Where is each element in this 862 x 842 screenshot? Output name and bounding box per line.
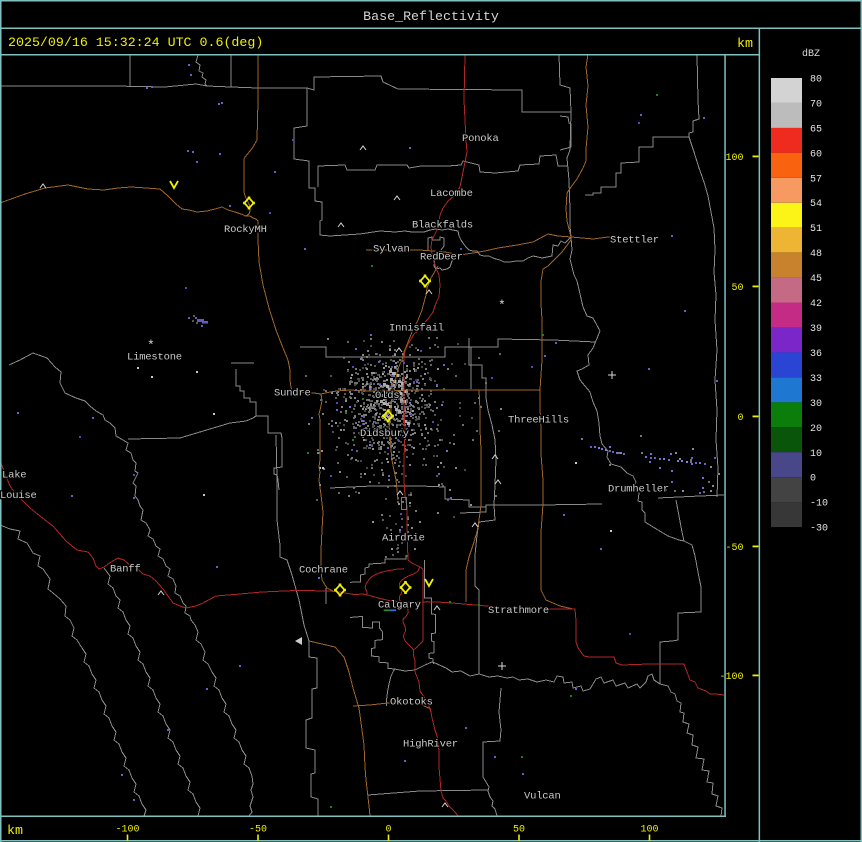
svg-text:-50: -50 xyxy=(725,543,743,554)
svg-text:45: 45 xyxy=(810,274,822,285)
svg-text:50: 50 xyxy=(513,825,525,836)
svg-text:2025/09/16 15:32:24 UTC 0.6(de: 2025/09/16 15:32:24 UTC 0.6(deg) xyxy=(8,35,263,50)
svg-text:HighRiver: HighRiver xyxy=(403,739,458,751)
svg-text:Calgary: Calgary xyxy=(378,600,421,612)
svg-text:RedDeer: RedDeer xyxy=(420,252,463,264)
svg-text:30: 30 xyxy=(810,399,822,410)
svg-text:0: 0 xyxy=(810,474,816,485)
svg-text:51: 51 xyxy=(810,224,822,235)
svg-text:54: 54 xyxy=(810,199,822,210)
svg-text:Louise: Louise xyxy=(0,490,37,502)
svg-text:Sundre: Sundre xyxy=(274,388,311,400)
svg-text:Innisfail: Innisfail xyxy=(389,323,444,335)
svg-text:Lake: Lake xyxy=(2,470,26,482)
svg-text:48: 48 xyxy=(810,249,822,260)
svg-text:20: 20 xyxy=(810,424,822,435)
svg-text:42: 42 xyxy=(810,299,822,310)
svg-text:Limestone: Limestone xyxy=(127,352,182,364)
svg-text:Stettler: Stettler xyxy=(610,235,659,247)
svg-text:dBZ: dBZ xyxy=(802,48,820,60)
svg-text:Strathmore: Strathmore xyxy=(488,605,549,617)
svg-text:Blackfalds: Blackfalds xyxy=(412,220,473,232)
svg-text:36: 36 xyxy=(810,349,822,360)
svg-text:57: 57 xyxy=(810,174,822,185)
svg-text:33: 33 xyxy=(810,374,822,385)
svg-text:-30: -30 xyxy=(810,524,828,535)
svg-text:ThreeHills: ThreeHills xyxy=(508,415,569,427)
svg-text:-100: -100 xyxy=(719,672,743,683)
svg-text:Base_Reflectivity: Base_Reflectivity xyxy=(363,9,499,24)
svg-text:Cochrane: Cochrane xyxy=(299,565,348,577)
svg-text:Ponoka: Ponoka xyxy=(462,133,499,145)
svg-text:39: 39 xyxy=(810,324,822,335)
svg-text:65: 65 xyxy=(810,124,822,135)
svg-text:Airdrie: Airdrie xyxy=(382,533,425,545)
svg-text:km: km xyxy=(7,823,23,838)
svg-text:100: 100 xyxy=(640,825,658,836)
svg-text:Drumheller: Drumheller xyxy=(608,484,669,496)
svg-text:*: * xyxy=(498,298,506,313)
svg-text:-10: -10 xyxy=(810,499,828,510)
svg-text:Vulcan: Vulcan xyxy=(524,791,561,803)
svg-text:Sylvan: Sylvan xyxy=(373,244,410,256)
svg-text:RockyMH: RockyMH xyxy=(224,224,267,236)
svg-text:0: 0 xyxy=(737,413,743,424)
svg-text:0: 0 xyxy=(385,825,391,836)
svg-text:80: 80 xyxy=(810,75,822,86)
svg-text:-50: -50 xyxy=(249,825,267,836)
svg-text:50: 50 xyxy=(731,283,743,294)
svg-text:100: 100 xyxy=(725,153,743,164)
svg-text:Olds: Olds xyxy=(375,390,399,402)
svg-text:km: km xyxy=(737,36,753,51)
svg-text:10: 10 xyxy=(810,449,822,460)
svg-text:70: 70 xyxy=(810,100,822,111)
svg-text:-100: -100 xyxy=(115,825,139,836)
svg-text:Lacombe: Lacombe xyxy=(430,188,473,200)
svg-text:Banff: Banff xyxy=(110,564,141,576)
svg-text:60: 60 xyxy=(810,149,822,160)
svg-text:Didsbury: Didsbury xyxy=(360,428,409,440)
svg-text:Okotoks: Okotoks xyxy=(390,697,433,709)
